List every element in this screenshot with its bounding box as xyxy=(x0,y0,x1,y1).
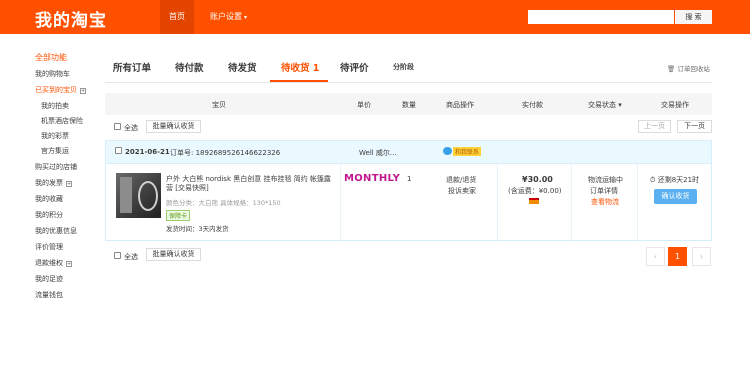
column-header-trade-actions: 交易操作 xyxy=(661,101,689,109)
tab-pending-review[interactable]: 待评价 xyxy=(340,60,369,74)
sidebar-item-points[interactable]: 我的积分 xyxy=(35,210,63,220)
select-all-label: 全选 xyxy=(124,124,138,132)
sidebar-item-cart[interactable]: 我的购物车 xyxy=(35,69,70,79)
sidebar-item-wallet[interactable]: 流量钱包 xyxy=(35,290,63,300)
column-divider xyxy=(637,164,638,241)
pager-prev[interactable]: ‹ xyxy=(646,247,665,266)
select-all-label: 全选 xyxy=(124,253,138,261)
batch-confirm-button-bottom[interactable]: 批量确认收货 xyxy=(146,248,201,261)
seller-name[interactable]: Well 威尔... xyxy=(359,148,397,158)
sidebar-item-footprint[interactable]: 我的足迹 xyxy=(35,274,63,284)
recycle-label: 订单回收站 xyxy=(677,65,710,73)
plus-icon[interactable]: + xyxy=(66,261,72,267)
trash-icon: 🗑 xyxy=(667,65,676,73)
payment-method-icon xyxy=(529,198,539,204)
sidebar-item-bought[interactable]: 已买到的宝贝 + xyxy=(35,85,86,95)
next-page-button[interactable]: 下一页 xyxy=(677,120,712,133)
brand-logo: MONTHLY xyxy=(344,173,401,184)
tab-pending-receipt[interactable]: 待收货 1 xyxy=(281,60,319,74)
select-all-checkbox-bottom[interactable] xyxy=(114,252,121,259)
tab-divider xyxy=(105,82,712,83)
guarantee-label: 保障卡 xyxy=(166,210,191,221)
sidebar-item-auction[interactable]: 我的拍卖 xyxy=(41,101,69,111)
column-header-item-actions: 商品操作 xyxy=(446,101,474,109)
chat-icon xyxy=(443,147,452,155)
sidebar-item-reviews[interactable]: 评价管理 xyxy=(35,242,63,252)
select-all-checkbox-top[interactable] xyxy=(114,123,121,130)
active-tab-indicator xyxy=(270,80,328,82)
order-number: 订单号: 1892689526146622326 xyxy=(170,149,281,157)
nav-account-label: 账户设置 xyxy=(210,12,242,21)
sidebar-item-coupons[interactable]: 我的优惠信息 xyxy=(35,226,77,236)
thumb-bear xyxy=(138,181,158,211)
column-header-paid: 实付款 xyxy=(522,101,543,109)
plus-icon[interactable]: + xyxy=(66,181,72,187)
tab-pending-shipment[interactable]: 待发货 xyxy=(228,60,257,74)
sidebar-all-functions[interactable]: 全部功能 xyxy=(35,52,67,63)
search-button[interactable]: 搜 索 xyxy=(675,10,712,24)
column-header-status[interactable]: 交易状态 ▾ xyxy=(588,100,622,110)
column-divider xyxy=(571,164,572,241)
column-divider xyxy=(340,164,341,241)
order-recycle-bin[interactable]: 🗑 订单回收站 xyxy=(667,63,710,73)
sidebar-item-label: 退款维权 xyxy=(35,259,63,267)
nav-home[interactable]: 首页 xyxy=(160,0,194,34)
prev-page-button[interactable]: 上一页 xyxy=(638,120,671,133)
product-title[interactable]: 户外 大白熊 nordisk 黑白创意 挂布挂毯 简约 帐篷露营 [交易快照] xyxy=(166,175,336,193)
top-bar: 我的淘宝 首页 账户设置 ▾ 搜 索 xyxy=(0,0,750,34)
product-thumbnail[interactable] xyxy=(116,173,161,218)
sidebar-item-label: 已买到的宝贝 xyxy=(35,86,77,94)
contact-label: 和我联系 xyxy=(453,147,482,156)
complain-link[interactable]: 投诉卖家 xyxy=(448,186,476,196)
status-text: 物流运输中 xyxy=(588,176,623,184)
order-detail-link[interactable]: 订单详情 xyxy=(590,186,618,196)
remaining-time: ⏱ 还剩8天21时 xyxy=(650,175,699,185)
pager-next[interactable]: › xyxy=(692,247,711,266)
refund-link[interactable]: 退款/退货 xyxy=(446,175,476,185)
freight-note: (含运费：¥0.00) xyxy=(508,187,562,195)
plus-icon[interactable]: + xyxy=(80,88,86,94)
tab-pending-payment[interactable]: 待付款 xyxy=(175,60,204,74)
remaining-label: 还剩8天21时 xyxy=(657,176,700,184)
contact-seller-button[interactable]: 和我联系 xyxy=(443,147,482,157)
product-sku: 颜色分类：大白熊 具体规格：130*150 xyxy=(166,199,281,207)
tab-staged[interactable]: 分阶段 xyxy=(393,62,414,72)
sidebar-item-travel[interactable]: 机票酒店保险 xyxy=(41,116,83,126)
order-checkbox[interactable] xyxy=(115,147,122,154)
column-header-quantity: 数量 xyxy=(402,101,416,109)
sidebar-item-lottery[interactable]: 我的彩票 xyxy=(41,131,69,141)
quantity: 1 xyxy=(407,175,412,183)
view-logistics-link[interactable]: 查看物流 xyxy=(591,197,619,207)
column-header-item: 宝贝 xyxy=(212,101,226,109)
sidebar-item-consolidation[interactable]: 官方集运 xyxy=(41,146,69,156)
sidebar-item-favorites[interactable]: 我的收藏 xyxy=(35,194,63,204)
paid-amount: ¥30.00 xyxy=(522,175,553,184)
column-header-price: 单价 xyxy=(357,101,371,109)
status-label: 交易状态 xyxy=(588,101,616,109)
batch-confirm-button-top[interactable]: 批量确认收货 xyxy=(146,120,201,133)
sidebar-item-shops[interactable]: 购买过的店铺 xyxy=(35,162,77,172)
tab-all-orders[interactable]: 所有订单 xyxy=(113,60,151,74)
sidebar-item-refunds[interactable]: 退款维权 + xyxy=(35,258,72,268)
thumb-tapestry xyxy=(120,177,132,213)
nav-account-settings[interactable]: 账户设置 ▾ xyxy=(210,0,247,34)
confirm-receipt-button[interactable]: 确认收货 xyxy=(654,189,697,204)
ship-time: 发货时间：3天内发货 xyxy=(166,225,229,233)
column-divider xyxy=(497,164,498,241)
site-logo[interactable]: 我的淘宝 xyxy=(35,6,107,31)
chevron-down-icon: ▾ xyxy=(618,101,622,109)
clock-icon: ⏱ xyxy=(650,176,656,184)
chevron-down-icon: ▾ xyxy=(244,14,248,21)
order-date: 2021-06-21 xyxy=(125,148,170,156)
search-input[interactable] xyxy=(528,10,674,24)
guarantee-badge[interactable]: 保障卡 xyxy=(166,210,191,221)
sidebar-item-label: 我的发票 xyxy=(35,179,63,187)
sidebar-item-invoice[interactable]: 我的发票 + xyxy=(35,178,72,188)
pager-current[interactable]: 1 xyxy=(668,247,687,266)
